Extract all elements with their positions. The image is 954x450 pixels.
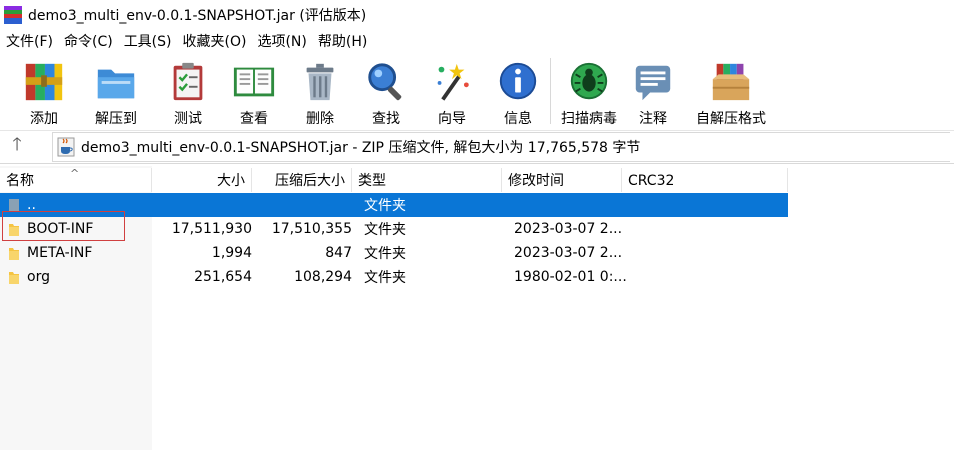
row-packed-size: 17,510,355 bbox=[271, 221, 352, 237]
sfx-button-label: 自解压格式 bbox=[696, 111, 766, 127]
info-icon bbox=[499, 62, 537, 100]
virus-scan-button-label: 扫描病毒 bbox=[561, 111, 617, 127]
arrow-up-icon: 🡑 bbox=[12, 134, 22, 155]
magnifier-icon bbox=[368, 63, 402, 101]
toolbar-separator bbox=[550, 58, 551, 124]
column-header-row: ^ 名称 大小 压缩后大小 类型 修改时间 CRC32 bbox=[0, 167, 788, 192]
clipboard-test-icon bbox=[173, 62, 203, 101]
table-row[interactable]: META-INF 1,994 847 文件夹 2023-03-07 2... bbox=[0, 241, 788, 265]
wizard-button-label: 向导 bbox=[438, 111, 466, 127]
row-modified: 1980-02-01 0:... bbox=[514, 269, 627, 285]
column-header-crc32[interactable]: CRC32 bbox=[622, 168, 788, 192]
trash-icon bbox=[306, 63, 334, 101]
folder-icon bbox=[9, 247, 19, 260]
add-button[interactable]: 添加 bbox=[18, 54, 70, 128]
book-view-icon bbox=[233, 67, 275, 97]
info-button-label: 信息 bbox=[504, 111, 532, 127]
column-header-name-label: 名称 bbox=[6, 173, 34, 189]
folder-extract-icon bbox=[97, 69, 135, 99]
row-packed-size: 108,294 bbox=[294, 269, 352, 285]
delete-button[interactable]: 删除 bbox=[294, 54, 346, 128]
java-jar-icon bbox=[57, 137, 75, 157]
view-button-label: 查看 bbox=[240, 111, 268, 127]
wizard-button[interactable]: 向导 bbox=[426, 54, 478, 128]
virus-scan-button[interactable]: 扫描病毒 bbox=[557, 54, 621, 128]
annotation-highlight-box bbox=[2, 211, 125, 241]
title-bar: demo3_multi_env-0.0.1-SNAPSHOT.jar (评估版本… bbox=[0, 0, 954, 30]
row-size: 1,994 bbox=[211, 245, 252, 261]
up-folder-button[interactable]: 🡑 bbox=[0, 132, 34, 162]
file-list: ^ 名称 大小 压缩后大小 类型 修改时间 CRC32 .. 文件夹 BOOT-… bbox=[0, 166, 954, 450]
window-title: demo3_multi_env-0.0.1-SNAPSHOT.jar (评估版本… bbox=[28, 8, 367, 24]
menu-bar: 文件(F) 命令(C) 工具(S) 收藏夹(O) 选项(N) 帮助(H) bbox=[0, 30, 954, 54]
add-button-label: 添加 bbox=[30, 111, 58, 127]
sfx-button[interactable]: 自解压格式 bbox=[689, 54, 773, 128]
archive-path-box[interactable]: demo3_multi_env-0.0.1-SNAPSHOT.jar - ZIP… bbox=[52, 132, 950, 162]
find-button-label: 查找 bbox=[372, 111, 400, 127]
menu-tools[interactable]: 工具(S) bbox=[118, 30, 177, 54]
table-row[interactable]: org 251,654 108,294 文件夹 1980-02-01 0:... bbox=[0, 265, 788, 289]
menu-commands[interactable]: 命令(C) bbox=[58, 30, 118, 54]
menu-file[interactable]: 文件(F) bbox=[0, 30, 58, 54]
row-packed-size: 847 bbox=[325, 245, 352, 261]
address-bar: 🡑 demo3_multi_env-0.0.1-SNAPSHOT.jar - Z… bbox=[0, 130, 954, 164]
test-button[interactable]: 测试 bbox=[162, 54, 214, 128]
column-header-size[interactable]: 大小 bbox=[152, 168, 252, 192]
row-name: META-INF bbox=[27, 245, 93, 261]
row-type: 文件夹 bbox=[364, 270, 406, 286]
sort-ascending-icon: ^ bbox=[70, 167, 80, 180]
row-name: org bbox=[27, 269, 50, 285]
row-type: 文件夹 bbox=[364, 198, 406, 214]
menu-options[interactable]: 选项(N) bbox=[251, 30, 311, 54]
view-button[interactable]: 查看 bbox=[228, 54, 280, 128]
extract-to-button-label: 解压到 bbox=[95, 111, 137, 127]
row-type: 文件夹 bbox=[364, 222, 406, 238]
sfx-box-icon bbox=[712, 63, 750, 101]
comment-button[interactable]: 注释 bbox=[627, 54, 679, 128]
wizard-wand-icon bbox=[437, 63, 469, 101]
comment-icon bbox=[635, 65, 671, 101]
column-header-type[interactable]: 类型 bbox=[352, 168, 502, 192]
row-size: 17,511,930 bbox=[171, 221, 252, 237]
column-header-modified[interactable]: 修改时间 bbox=[502, 168, 622, 192]
row-size: 251,654 bbox=[194, 269, 252, 285]
extract-to-button[interactable]: 解压到 bbox=[82, 54, 150, 128]
column-header-name[interactable]: ^ 名称 bbox=[0, 167, 152, 192]
archive-path-text: demo3_multi_env-0.0.1-SNAPSHOT.jar - ZIP… bbox=[81, 140, 641, 156]
folder-icon bbox=[9, 271, 19, 284]
test-button-label: 测试 bbox=[174, 111, 202, 127]
delete-button-label: 删除 bbox=[306, 111, 334, 127]
row-modified: 2023-03-07 2... bbox=[514, 221, 623, 237]
info-button[interactable]: 信息 bbox=[492, 54, 544, 128]
row-type: 文件夹 bbox=[364, 246, 406, 262]
comment-button-label: 注释 bbox=[639, 111, 667, 127]
menu-favorites[interactable]: 收藏夹(O) bbox=[177, 30, 252, 54]
books-add-icon bbox=[25, 63, 63, 101]
row-modified: 2023-03-07 2... bbox=[514, 245, 623, 261]
virus-scan-icon bbox=[570, 62, 608, 100]
toolbar: 添加 解压到 测试 查看 删除 查找 向导 信息 扫描病毒 注释 自解压格式 bbox=[0, 54, 954, 128]
find-button[interactable]: 查找 bbox=[360, 54, 412, 128]
menu-help[interactable]: 帮助(H) bbox=[312, 30, 372, 54]
column-header-packed-size[interactable]: 压缩后大小 bbox=[252, 168, 352, 192]
winrar-app-icon[interactable] bbox=[4, 6, 22, 24]
